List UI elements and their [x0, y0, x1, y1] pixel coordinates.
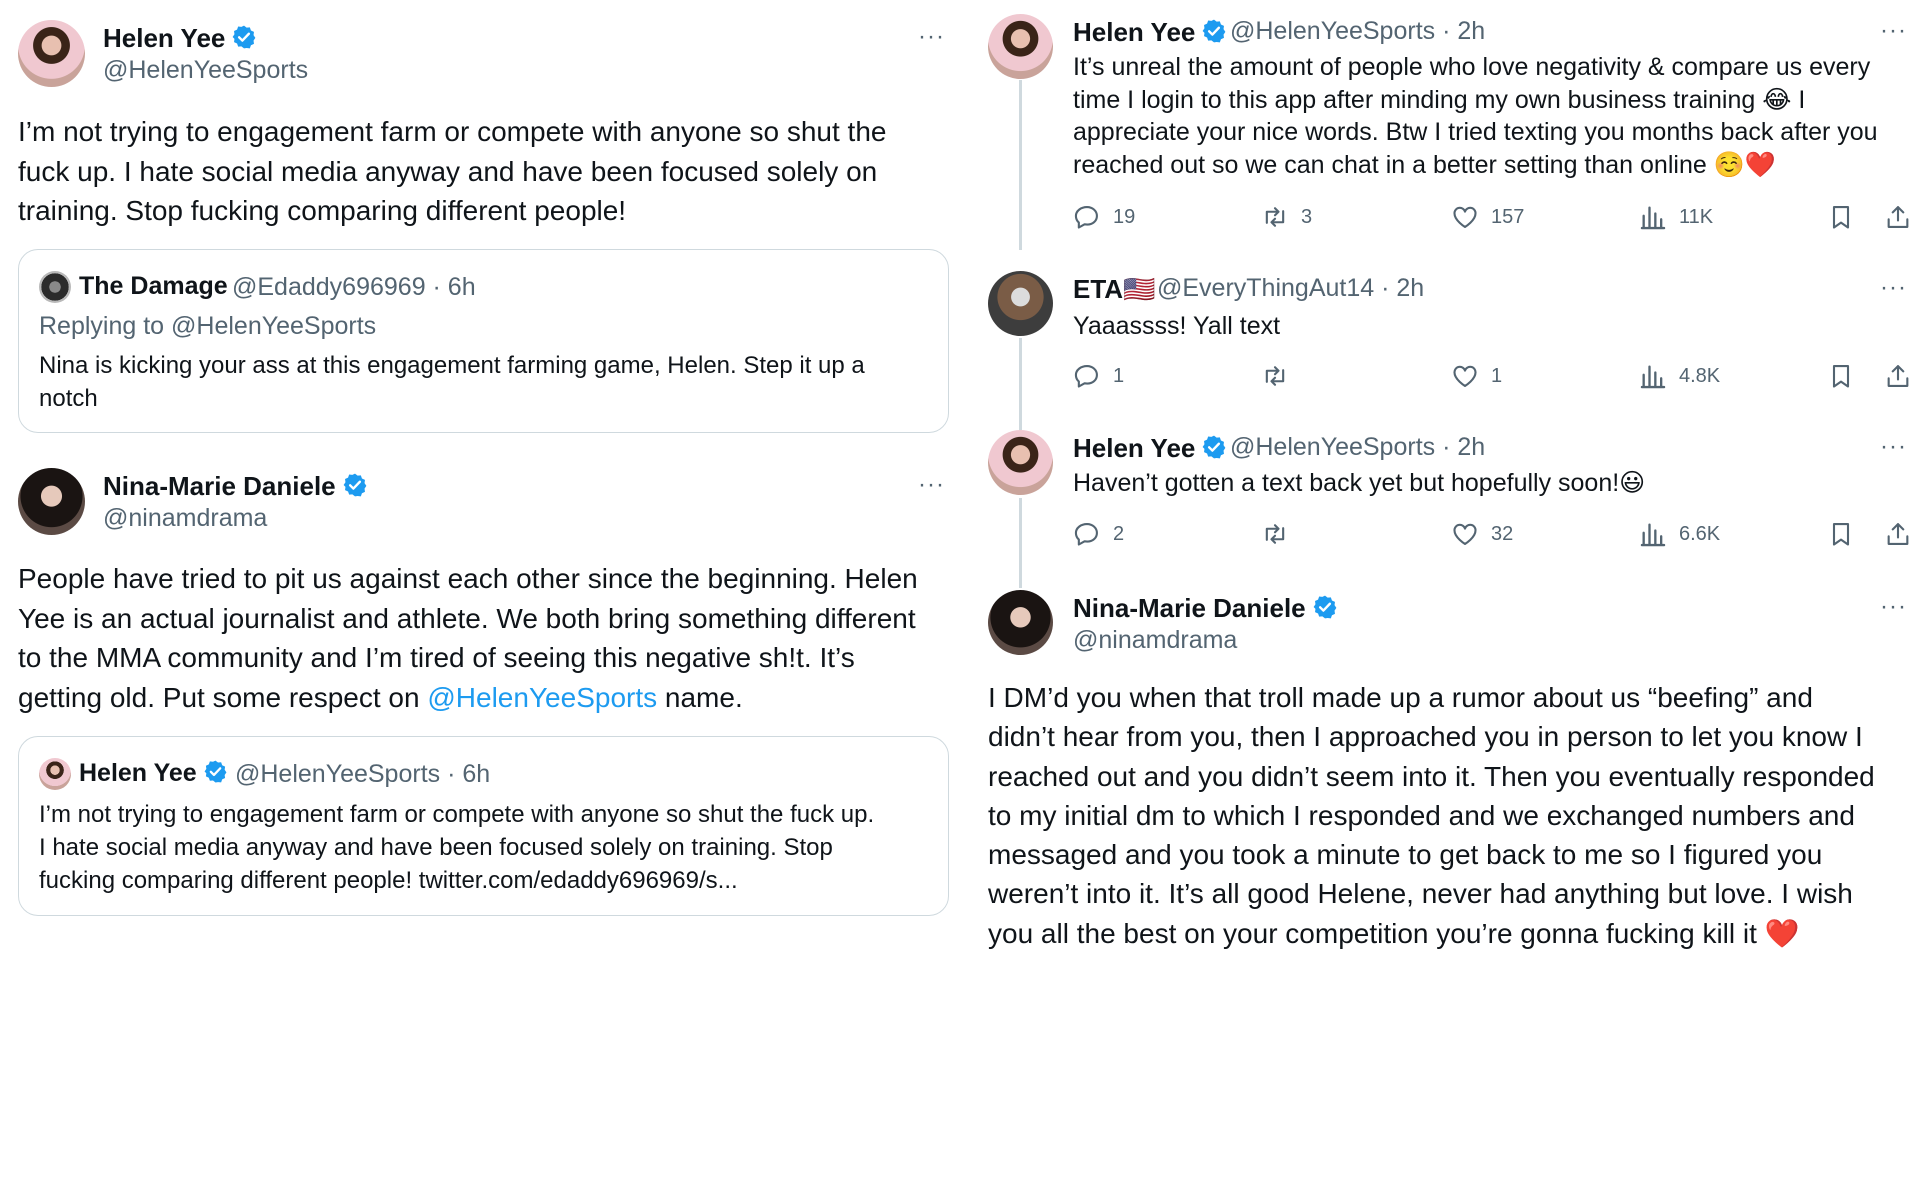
verified-badge-icon [203, 759, 228, 784]
reply-text: I DM’d you when that troll made up a rum… [988, 682, 1875, 949]
reply-count: 19 [1113, 205, 1136, 228]
verified-badge-icon [1201, 434, 1227, 460]
reply-icon [1073, 203, 1101, 231]
tweet-text: I’m not trying to engagement farm or com… [18, 116, 887, 226]
tweet-text: People have tried to pit us against each… [18, 563, 918, 713]
avatar[interactable] [988, 14, 1053, 79]
share-button[interactable] [1884, 520, 1920, 548]
quoted-handle-time: @Edaddy696969 · 6h [232, 273, 476, 301]
bookmark-button[interactable] [1827, 362, 1867, 390]
retweet-icon [1261, 203, 1289, 231]
views-count: 4.8K [1679, 364, 1721, 387]
retweet-button[interactable] [1261, 362, 1301, 390]
quoted-author-name: The Damage [79, 272, 228, 300]
reply-text: Yaaassss! Yall text [1073, 312, 1281, 340]
like-button[interactable]: 157 [1451, 203, 1524, 231]
author-handle-time[interactable]: @HelenYeeSports · 2h [1230, 17, 1485, 46]
retweet-count: 3 [1301, 205, 1313, 228]
bookmark-icon [1827, 203, 1855, 231]
share-button[interactable] [1884, 203, 1920, 231]
reply-count: 2 [1113, 522, 1125, 545]
reply-icon [1073, 520, 1101, 548]
views-button[interactable]: 6.6K [1639, 520, 1720, 548]
reply-button[interactable]: 19 [1073, 203, 1135, 231]
author-handle[interactable]: @ninamdrama [103, 504, 267, 533]
more-icon[interactable]: ··· [1880, 595, 1907, 619]
author-handle-time[interactable]: @HelenYeeSports · 2h [1230, 433, 1485, 462]
quoted-text: I’m not trying to engagement farm or com… [39, 801, 875, 894]
author-handle[interactable]: @HelenYeeSports [103, 56, 308, 85]
reply-icon [1073, 362, 1101, 390]
bookmark-button[interactable] [1827, 203, 1867, 231]
views-button[interactable]: 11K [1639, 203, 1713, 231]
like-count: 157 [1491, 205, 1525, 228]
quoted-handle-time: @HelenYeeSports · 6h [235, 760, 491, 788]
reply-button[interactable]: 2 [1073, 520, 1124, 548]
replying-to: Replying to @HelenYeeSports [39, 312, 377, 340]
quoted-tweet[interactable]: Helen Yee @HelenYeeSports · 6h I’m not t… [18, 736, 949, 916]
views-icon [1639, 203, 1667, 231]
avatar[interactable] [988, 590, 1053, 655]
reply-text: Haven’t gotten a text back yet but hopef… [1073, 469, 1646, 497]
more-icon[interactable]: ··· [1880, 276, 1907, 300]
avatar [39, 758, 71, 790]
avatar[interactable] [988, 271, 1053, 336]
share-icon [1884, 520, 1912, 548]
reply-button[interactable]: 1 [1073, 362, 1124, 390]
reply-count: 1 [1113, 364, 1125, 387]
avatar[interactable] [18, 20, 85, 87]
views-count: 11K [1679, 205, 1714, 228]
bookmark-button[interactable] [1827, 520, 1867, 548]
author-name[interactable]: Nina-Marie Daniele [103, 471, 368, 502]
verified-badge-icon [231, 24, 257, 50]
retweet-icon [1261, 520, 1289, 548]
thread-line [1019, 338, 1022, 430]
share-icon [1884, 362, 1912, 390]
more-icon[interactable]: ··· [918, 25, 945, 49]
retweet-button[interactable]: 3 [1261, 203, 1312, 231]
retweet-button[interactable] [1261, 520, 1301, 548]
bookmark-icon [1827, 362, 1855, 390]
verified-badge-icon [342, 472, 368, 498]
like-icon [1451, 203, 1479, 231]
thread-line [1019, 498, 1022, 588]
bookmark-icon [1827, 520, 1855, 548]
like-button[interactable]: 1 [1451, 362, 1502, 390]
share-button[interactable] [1884, 362, 1920, 390]
like-count: 32 [1491, 522, 1514, 545]
author-handle[interactable]: @ninamdrama [1073, 626, 1237, 655]
views-icon [1639, 362, 1667, 390]
author-name[interactable]: Nina-Marie Daniele [1073, 593, 1338, 624]
avatar [39, 271, 71, 303]
author-name[interactable]: Helen Yee [1073, 433, 1227, 464]
views-icon [1639, 520, 1667, 548]
like-icon [1451, 362, 1479, 390]
author-name[interactable]: ETA🇺🇸 [1073, 274, 1155, 305]
author-name[interactable]: Helen Yee [1073, 17, 1227, 48]
like-icon [1451, 520, 1479, 548]
reply-text: It’s unreal the amount of people who lov… [1073, 53, 1878, 179]
views-button[interactable]: 4.8K [1639, 362, 1720, 390]
thread-line [1019, 80, 1022, 250]
like-button[interactable]: 32 [1451, 520, 1513, 548]
quoted-author-name: Helen Yee [79, 759, 228, 788]
quoted-text: Nina is kicking your ass at this engagem… [39, 352, 865, 412]
more-icon[interactable]: ··· [1880, 435, 1907, 459]
like-count: 1 [1491, 364, 1503, 387]
views-count: 6.6K [1679, 522, 1721, 545]
verified-badge-icon [1312, 594, 1338, 620]
retweet-icon [1261, 362, 1289, 390]
author-handle-time[interactable]: @EveryThingAut14 · 2h [1157, 274, 1424, 303]
more-icon[interactable]: ··· [918, 473, 945, 497]
quoted-tweet[interactable]: The Damage @Edaddy696969 · 6h Replying t… [18, 249, 949, 433]
more-icon[interactable]: ··· [1880, 19, 1907, 43]
share-icon [1884, 203, 1912, 231]
verified-badge-icon [1201, 18, 1227, 44]
author-name[interactable]: Helen Yee [103, 23, 257, 54]
avatar[interactable] [988, 430, 1053, 495]
mention-link[interactable]: @HelenYeeSports [427, 682, 657, 713]
avatar[interactable] [18, 468, 85, 535]
